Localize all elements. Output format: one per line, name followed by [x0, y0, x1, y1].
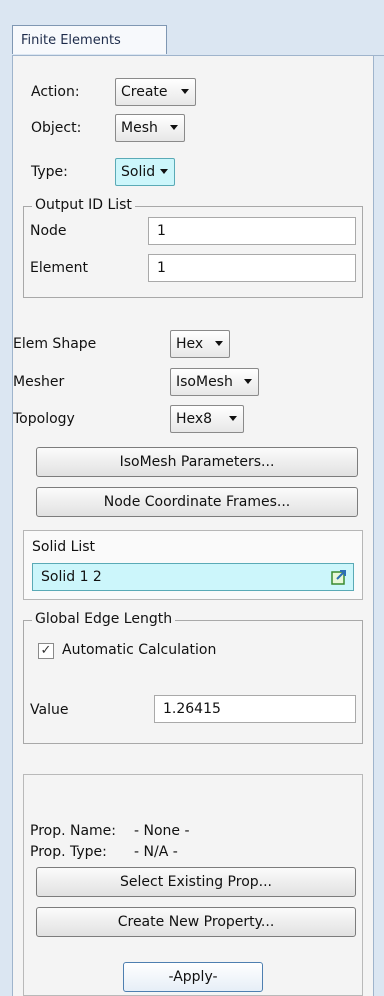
prop-name-value: - None - [134, 823, 190, 839]
topology-dropdown[interactable]: Hex8 [170, 405, 244, 433]
action-value: Create [121, 84, 168, 100]
element-id-input[interactable]: 1 [148, 254, 356, 282]
action-label: Action: [31, 84, 80, 100]
select-list-icon[interactable] [331, 568, 347, 585]
global-edge-length-legend: Global Edge Length [32, 611, 176, 627]
elem-shape-label: Elem Shape [13, 336, 97, 352]
solid-list-input[interactable]: Solid 1 2 [32, 563, 354, 591]
type-value: Solid [121, 164, 156, 180]
object-dropdown[interactable]: Mesh [115, 114, 185, 142]
object-value: Mesh [121, 120, 158, 136]
chevron-down-icon [244, 379, 252, 384]
type-dropdown[interactable]: Solid [115, 158, 175, 186]
chevron-down-icon [215, 341, 223, 346]
elem-shape-value: Hex [176, 336, 204, 352]
edge-length-value-input[interactable]: 1.26415 [154, 695, 356, 723]
create-new-property-button[interactable]: Create New Property... [36, 907, 356, 937]
global-edge-length-group: Global Edge Length ✓ Automatic Calculati… [23, 611, 363, 744]
isomesh-parameters-button[interactable]: IsoMesh Parameters... [36, 447, 358, 477]
node-label: Node [30, 223, 67, 239]
action-dropdown[interactable]: Create [115, 78, 196, 106]
mesher-value: IsoMesh [176, 374, 233, 390]
element-label: Element [30, 260, 88, 276]
automatic-calculation-label: Automatic Calculation [62, 642, 217, 658]
output-id-legend: Output ID List [32, 197, 135, 213]
chevron-down-icon [229, 416, 237, 421]
solid-list-label: Solid List [32, 539, 96, 555]
mesher-dropdown[interactable]: IsoMesh [170, 368, 259, 396]
type-label: Type: [31, 164, 68, 180]
automatic-calculation-checkbox[interactable]: ✓ [38, 643, 54, 659]
elem-shape-dropdown[interactable]: Hex [170, 330, 230, 358]
output-id-group: Output ID List Node 1 Element 1 [23, 197, 363, 298]
node-id-input[interactable]: 1 [148, 217, 356, 245]
node-coordinate-frames-button[interactable]: Node Coordinate Frames... [36, 487, 358, 517]
prop-type-value: - N/A - [134, 844, 178, 860]
solid-list-group: Solid List Solid 1 2 [23, 530, 363, 600]
chevron-down-icon [170, 125, 178, 130]
chevron-down-icon [181, 89, 189, 94]
prop-name-label: Prop. Name: [30, 823, 117, 839]
chevron-down-icon [160, 169, 168, 174]
object-label: Object: [31, 120, 82, 136]
prop-type-label: Prop. Type: [30, 844, 107, 860]
mesher-label: Mesher [13, 374, 65, 390]
select-existing-prop-button[interactable]: Select Existing Prop... [36, 867, 356, 897]
topology-value: Hex8 [176, 411, 213, 427]
tab-bar: Finite Elements [12, 25, 384, 56]
tab-finite-elements[interactable]: Finite Elements [12, 25, 167, 54]
topology-label: Topology [13, 411, 75, 427]
apply-button[interactable]: -Apply- [123, 962, 263, 992]
value-label: Value [30, 702, 69, 718]
solid-list-value: Solid 1 2 [41, 569, 102, 585]
finite-elements-panel: Action: Create Object: Mesh Type: Solid … [12, 56, 374, 996]
